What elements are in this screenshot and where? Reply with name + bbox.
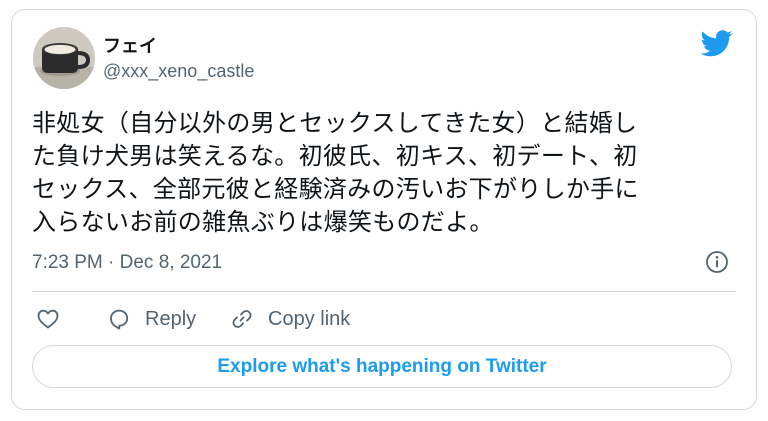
display-name[interactable]: フェイ [103,32,157,58]
reply-button[interactable]: Reply [107,305,196,333]
link-icon [232,310,252,328]
tweet-text-line: 入らないお前の雑魚ぶりは爆笑ものだよ。 [32,208,494,236]
copy-link-label: Copy link [268,307,351,330]
tweet-text: 非処女（自分以外の男とセックスしてきた女）と結婚し た負け犬男は笑えるな。初彼氏… [32,107,742,239]
divider [32,291,736,292]
info-icon[interactable] [705,250,729,274]
copy-link-button[interactable]: Copy link [230,305,350,333]
tweet-text-line: た負け犬男は笑えるな。初彼氏、初キス、初デート、初 [32,142,638,170]
tweet-text-line: セックス、全部元彼と経験済みの汚いお下がりしか手に [32,175,639,203]
tweet-text-line: 非処女（自分以外の男とセックスしてきた女）と結婚し [32,109,638,137]
like-button[interactable] [36,305,60,333]
explore-twitter-button[interactable]: Explore what's happening on Twitter [32,345,732,388]
twitter-bird-icon[interactable] [701,30,733,57]
tweet-card: フェイ @xxx_xeno_castle 非処女（自分以外の男とセックスしてきた… [11,9,757,410]
avatar[interactable] [33,27,95,89]
heart-icon [37,309,59,329]
coffee-mug-icon [33,27,95,89]
reply-icon [110,309,129,330]
user-handle[interactable]: @xxx_xeno_castle [103,61,254,82]
reply-label: Reply [145,307,197,330]
tweet-timestamp[interactable]: 7:23 PM · Dec 8, 2021 [32,252,222,274]
